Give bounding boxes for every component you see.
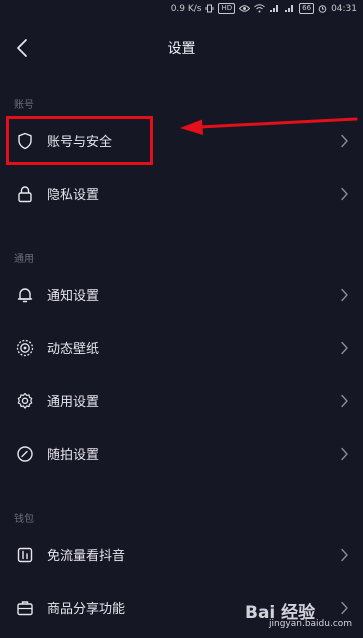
baidu-jingyan-watermark: Bai 经验 jingyan.baidu.com [245, 598, 355, 634]
red-arrow-annotation [180, 117, 358, 135]
chevron-right-icon [341, 341, 348, 355]
bell-icon [17, 288, 33, 303]
eye-icon [239, 5, 251, 12]
menu-item-label: 免流量看抖音 [47, 549, 126, 564]
wallpaper-icon [16, 339, 34, 357]
network-speed: 0.9 K/s [170, 3, 202, 14]
chevron-right-icon [341, 187, 348, 201]
menu-item-label: 动态壁纸 [47, 342, 100, 357]
briefcase-icon [17, 601, 33, 616]
vibrate-icon [205, 4, 214, 13]
status-bar: 0.9 K/s HD 66 04:31 [0, 0, 363, 18]
menu-item-privacy[interactable]: 隐私设置 [0, 168, 363, 220]
menu-item-live-wallpaper[interactable]: 动态壁纸 [0, 322, 363, 374]
wifi-icon [254, 4, 265, 13]
menu-item-label: 随拍设置 [47, 448, 100, 463]
gear-icon [17, 392, 33, 409]
chevron-right-icon [341, 288, 348, 302]
signal-icon [270, 5, 279, 12]
clock-time: 04:31 [331, 3, 357, 14]
section-label-general: 通用 [14, 254, 34, 265]
highlight-box [6, 116, 153, 165]
menu-item-label: 隐私设置 [47, 188, 100, 203]
lock-icon [18, 186, 32, 203]
page-title: 设置 [167, 41, 196, 57]
chevron-right-icon [341, 548, 348, 562]
menu-item-label: 通用设置 [47, 395, 100, 410]
menu-item-label: 通知设置 [47, 289, 100, 304]
section-label-wallet: 钱包 [14, 514, 34, 525]
alarm-icon [318, 5, 327, 13]
menu-item-notifications[interactable]: 通知设置 [0, 269, 363, 321]
section-label-account: 账号 [14, 100, 34, 111]
camera-dial-icon [17, 446, 33, 462]
menu-item-label: 商品分享功能 [47, 602, 126, 617]
battery-icon: 66 [299, 3, 315, 14]
video-icon [17, 547, 33, 563]
menu-item-quick-shot-settings[interactable]: 随拍设置 [0, 428, 363, 480]
signal-icon-2 [285, 5, 294, 12]
menu-item-free-data[interactable]: 免流量看抖音 [0, 529, 363, 581]
hd-badge: HD [218, 3, 236, 14]
status-bar-right: 0.9 K/s HD 66 04:31 [171, 3, 357, 14]
watermark-url: jingyan.baidu.com [269, 619, 353, 629]
chevron-right-icon [341, 394, 348, 408]
nav-bar: 设置 [0, 28, 363, 68]
menu-item-general-settings[interactable]: 通用设置 [0, 375, 363, 427]
chevron-right-icon [341, 447, 348, 461]
